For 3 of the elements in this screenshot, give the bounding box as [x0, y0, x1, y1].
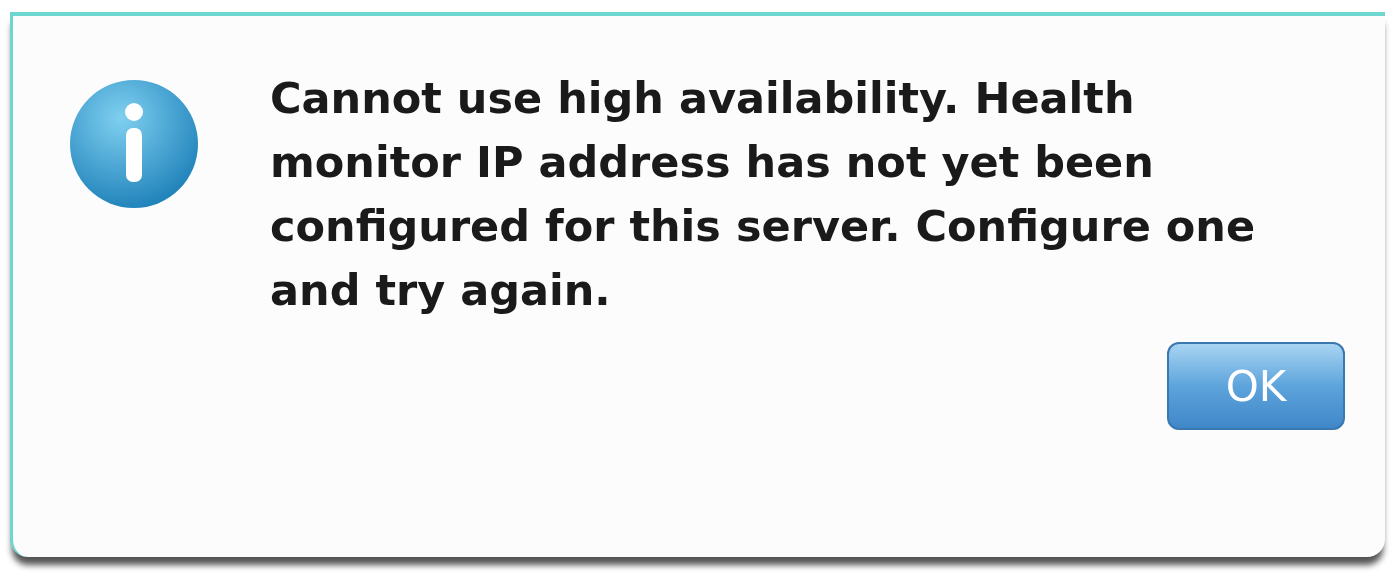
dialog-message: Cannot use high availability. Health monitor IP address has not yet been configured for this server. Configure one and try again.: [270, 72, 1257, 317]
info-icon: [68, 78, 200, 210]
ok-button[interactable]: OK: [1167, 342, 1345, 430]
